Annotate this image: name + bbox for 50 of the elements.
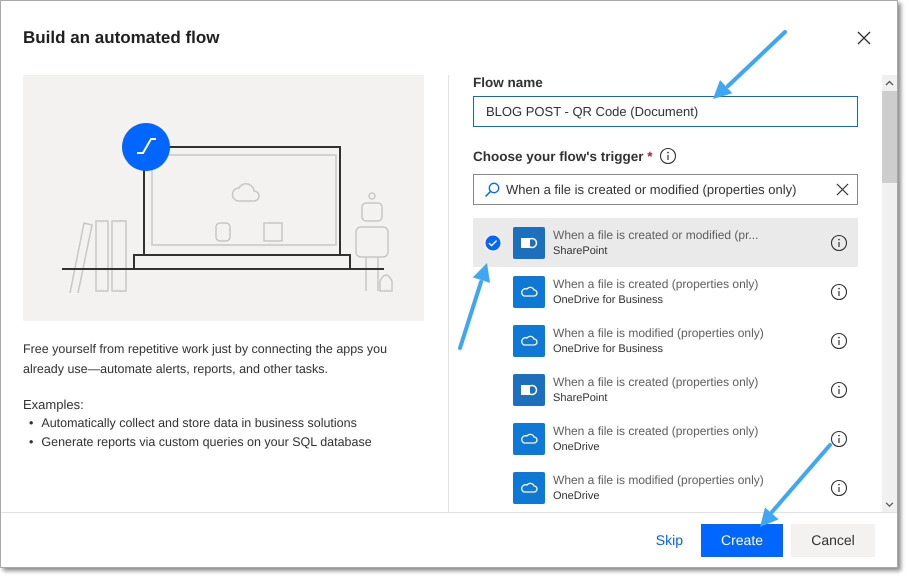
trigger-option[interactable]: When a file is created or modified (pr... SharePoint — [473, 218, 858, 267]
trigger-option[interactable]: When a file is created (properties only) OneDrive for Business — [473, 267, 858, 316]
connector-name: SharePoint — [553, 390, 608, 406]
trigger-title: When a file is created or modified (pr... — [553, 226, 760, 244]
trigger-option[interactable]: When a file is modified (properties only) OneDrive — [473, 463, 858, 512]
trigger-label: Choose your flow's trigger * — [473, 148, 653, 164]
dialog-title: Build an automated flow — [23, 28, 220, 48]
connector-name: OneDrive for Business — [553, 342, 664, 356]
trigger-option[interactable]: When a file is modified (properties only) OneDrive for Business — [473, 316, 858, 365]
skip-link[interactable]: Skip — [646, 524, 693, 556]
info-button[interactable] — [830, 380, 848, 398]
scrollbar-thumb[interactable] — [882, 91, 897, 183]
trigger-title: When a file is modified (properties only) — [553, 472, 765, 488]
trigger-option[interactable]: When a file is created (properties only) OneDrive — [473, 414, 858, 463]
cloud-icon — [513, 472, 545, 504]
scrollbar[interactable] — [882, 75, 897, 512]
clear-icon[interactable] — [836, 183, 849, 196]
checkmark-icon — [484, 234, 502, 252]
connector-name: OneDrive — [553, 440, 600, 454]
example-item: Generate reports via custom queries on your SQL database — [41, 434, 372, 451]
create-button[interactable]: Create — [701, 524, 783, 556]
cancel-button[interactable]: Cancel — [791, 524, 875, 556]
connector-name: OneDrive — [553, 488, 600, 504]
connector-name: OneDrive for Business — [553, 292, 664, 308]
trigger-option[interactable]: When a file is created (properties only) SharePoint — [473, 365, 858, 414]
bullet-mark: • — [29, 434, 34, 451]
flow-name-field[interactable]: BLOG POST - QR Code (Document) — [473, 96, 858, 127]
sharepoint-logo-icon — [513, 226, 545, 258]
example-item: Automatically collect and store data in business solutions — [41, 415, 357, 432]
bullet-mark: • — [29, 415, 34, 432]
trigger-title: When a file is modified (properties only) — [553, 324, 765, 342]
info-button[interactable] — [830, 282, 848, 300]
description-text: Free yourself from repetitive work just by connecting the apps you already use—automate alerts, reports, and other tasks. — [23, 341, 388, 378]
info-button[interactable] — [830, 430, 848, 448]
trigger-title: When a file is created (properties only) — [553, 276, 760, 292]
examples-heading: Examples: — [23, 396, 85, 414]
cloud-icon — [513, 276, 545, 308]
trigger-title: When a file is created (properties only) — [553, 422, 760, 440]
trigger-title: When a file is created (properties only) — [553, 374, 760, 390]
sharepoint-logo-icon — [513, 374, 545, 406]
info-button[interactable] — [830, 478, 848, 496]
info-button[interactable] — [830, 332, 848, 350]
search-box[interactable]: When a file is created or modified (properties only) — [473, 174, 858, 205]
connector-name: SharePoint — [553, 244, 608, 258]
info-button[interactable] — [830, 234, 848, 252]
cloud-icon — [513, 324, 545, 356]
search-icon — [484, 182, 500, 198]
flow-name-label: Flow name — [473, 75, 544, 90]
info-icon — [658, 147, 677, 165]
cloud-icon — [513, 422, 545, 454]
